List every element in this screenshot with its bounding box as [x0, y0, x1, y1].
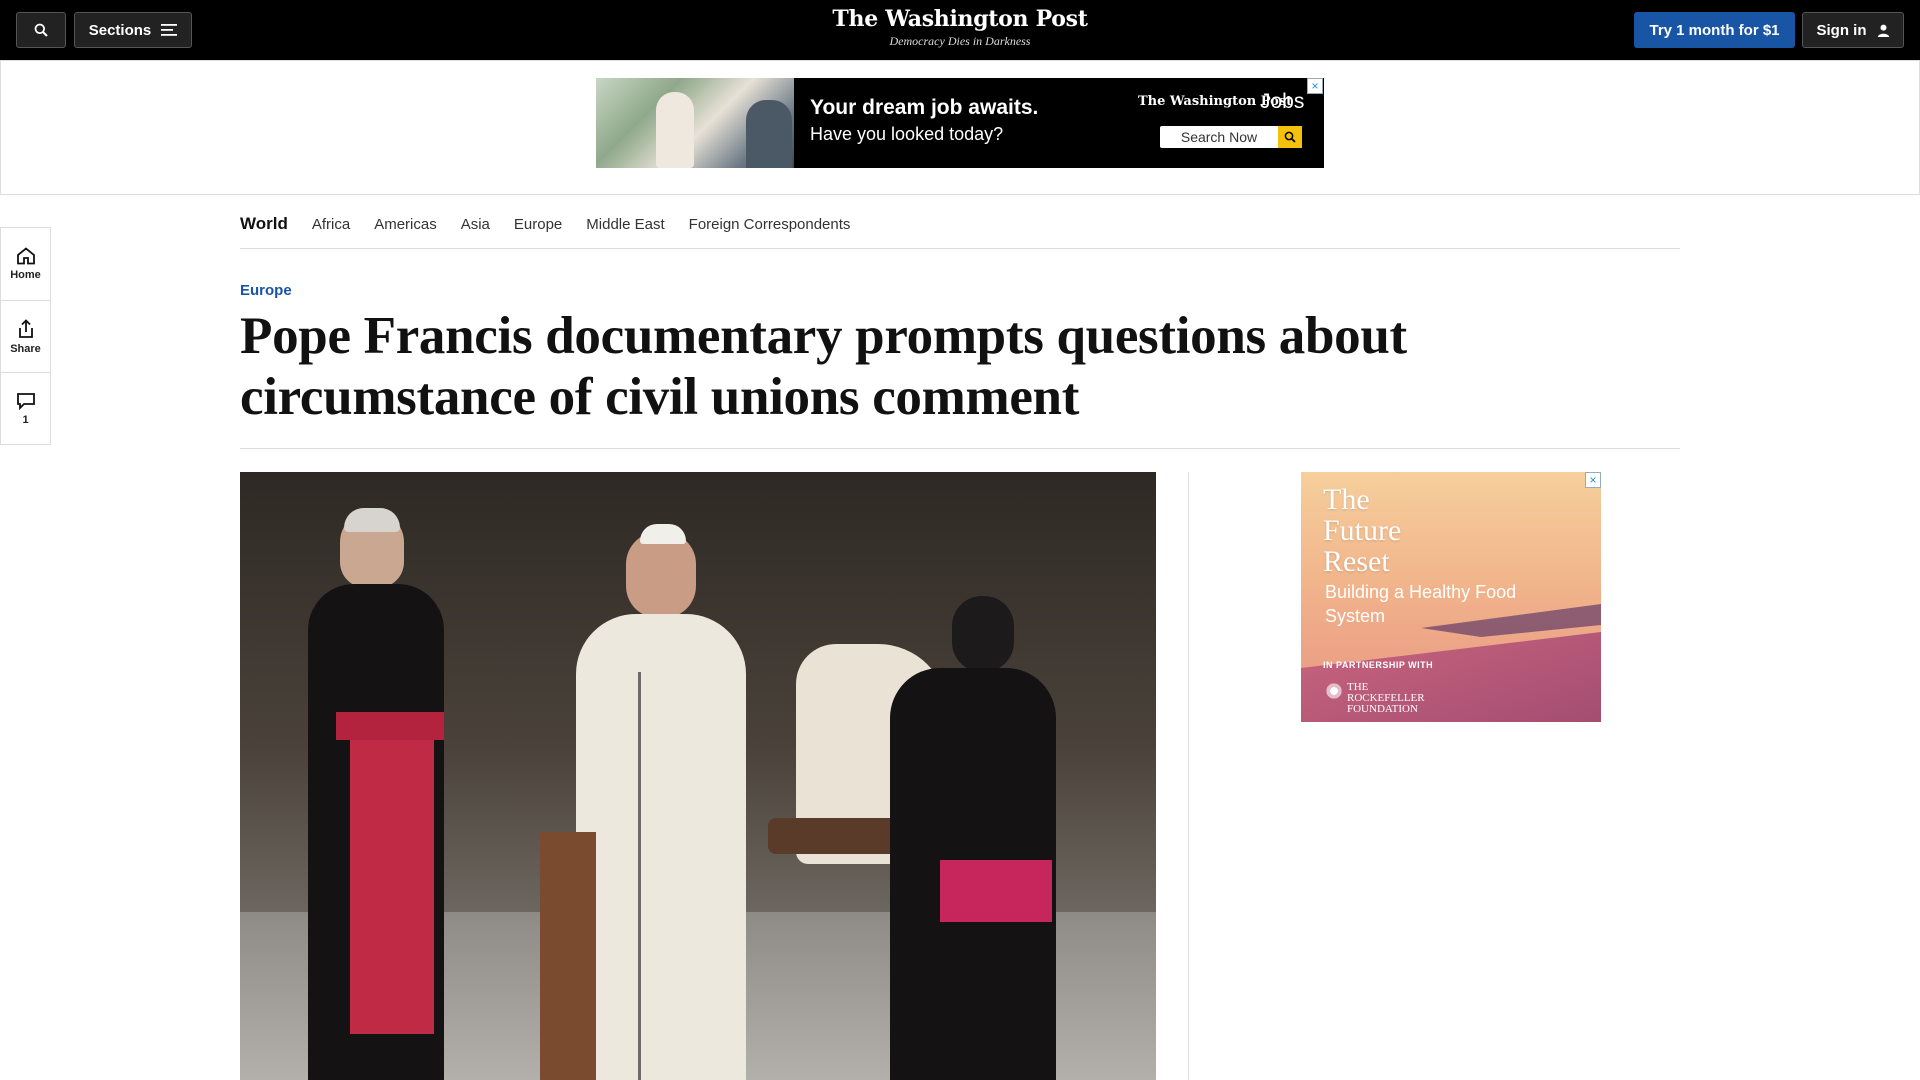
share-icon: [18, 318, 33, 338]
side-ad-close-icon[interactable]: ×: [1585, 472, 1601, 488]
column-divider: [1188, 472, 1189, 1080]
section-nav-europe[interactable]: Europe: [514, 216, 562, 233]
jobs-ad-subhead: Have you looked today?: [810, 124, 1004, 144]
jobs-banner-ad[interactable]: Your dream job awaits. Have you looked t…: [596, 78, 1324, 168]
article-kicker[interactable]: Europe: [240, 282, 292, 299]
future-reset-ad[interactable]: The Future Reset Building a Healthy Food…: [1301, 472, 1601, 722]
jobs-ad-brand-suffix: Jobs: [1260, 90, 1305, 113]
comment-count: 1: [22, 413, 29, 426]
comment-icon: [16, 392, 35, 410]
section-nav-asia[interactable]: Asia: [461, 216, 490, 233]
left-action-rail: Home Share 1: [0, 227, 51, 445]
subscribe-button[interactable]: Try 1 month for $1: [1634, 12, 1795, 48]
article-headline: Pope Francis documentary prompts questio…: [240, 307, 1407, 426]
section-nav-middle-east[interactable]: Middle East: [586, 216, 664, 233]
ad-close-icon[interactable]: ×: [1307, 78, 1323, 94]
search-icon: [34, 23, 48, 37]
jobs-ad-search-button[interactable]: Search Now: [1160, 126, 1302, 148]
article-lead-photo[interactable]: [240, 472, 1156, 1080]
share-button[interactable]: Share: [1, 300, 50, 372]
logo-wordmark: The Washington Post: [832, 6, 1088, 32]
jobs-ad-headline: Your dream job awaits.: [810, 96, 1039, 119]
section-nav-foreign-correspondents[interactable]: Foreign Correspondents: [689, 216, 851, 233]
hamburger-menu-icon: [161, 24, 178, 36]
section-nav-americas[interactable]: Americas: [374, 216, 437, 233]
sections-menu-button[interactable]: Sections: [74, 12, 192, 48]
side-ad-title: The Future Reset: [1323, 483, 1402, 578]
section-navigation: World Africa Americas Asia Europe Middle…: [240, 200, 1680, 249]
headline-divider: [240, 448, 1680, 449]
user-icon: [1877, 24, 1889, 37]
sign-in-button[interactable]: Sign in: [1802, 12, 1904, 48]
comments-button[interactable]: 1: [1, 372, 50, 444]
sections-label: Sections: [88, 21, 152, 39]
home-label: Home: [10, 269, 41, 281]
side-ad-subtitle: Building a Healthy Food System: [1325, 582, 1517, 626]
home-icon: [16, 247, 35, 265]
jobs-ad-search-label: Search Now: [1180, 129, 1258, 145]
section-nav-africa[interactable]: Africa: [312, 216, 350, 233]
section-nav-world[interactable]: World: [240, 214, 288, 234]
home-button[interactable]: Home: [1, 228, 50, 300]
search-button[interactable]: [16, 12, 66, 48]
sign-in-label: Sign in: [1816, 21, 1867, 39]
share-label: Share: [10, 342, 41, 355]
side-ad-partnership: IN PARTNERSHIP WITH: [1323, 660, 1434, 670]
rockefeller-logo-icon: [1325, 682, 1343, 700]
top-navigation-bar: Sections The Washington Post Democracy D…: [0, 0, 1920, 60]
site-logo[interactable]: The Washington Post Democracy Dies in Da…: [760, 6, 1160, 49]
jobs-ad-photo: [596, 78, 794, 168]
logo-tagline: Democracy Dies in Darkness: [889, 34, 1031, 48]
search-icon: [1278, 126, 1302, 148]
side-ad-sponsor: THE ROCKEFELLER FOUNDATION: [1347, 681, 1425, 715]
